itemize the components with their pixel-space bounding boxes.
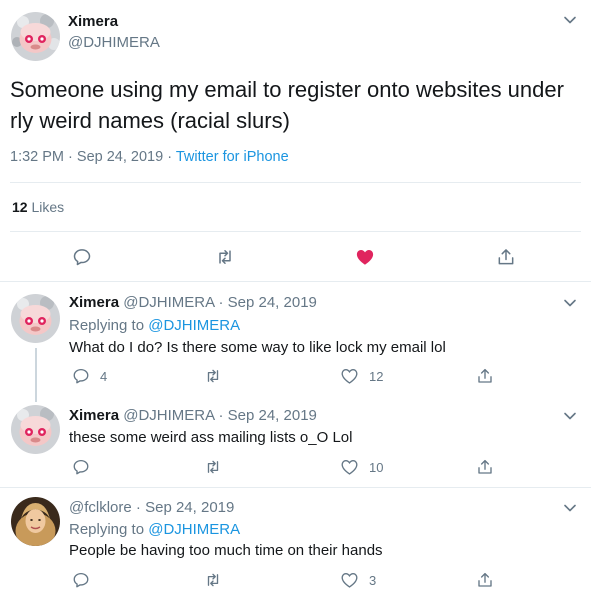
replying-label: Replying to — [69, 317, 145, 334]
separator: · — [68, 149, 73, 165]
author-name[interactable]: Ximera — [69, 294, 119, 311]
chevron-down-icon[interactable] — [563, 296, 577, 310]
reply-icon — [73, 459, 89, 475]
reply-count: 4 — [100, 368, 108, 384]
reply-icon — [73, 572, 89, 588]
share-button[interactable] — [476, 570, 494, 590]
like-icon — [356, 250, 374, 265]
share-button[interactable] — [476, 366, 494, 386]
reply-date[interactable]: Sep 24, 2019 — [228, 294, 317, 311]
replying-to: Replying to @DJHIMERA — [69, 317, 240, 334]
retweet-button[interactable] — [203, 571, 223, 589]
reply-date[interactable]: Sep 24, 2019 — [228, 407, 317, 424]
reply-text: these some weird ass mailing lists o_O L… — [69, 429, 353, 446]
tweet-meta: 1:32 PM · Sep 24, 2019 · Twitter for iPh… — [10, 149, 289, 165]
replying-to: Replying to @DJHIMERA — [69, 521, 240, 538]
retweet-button[interactable] — [203, 367, 223, 385]
like-count: 10 — [369, 459, 384, 475]
avatar[interactable] — [11, 294, 60, 343]
avatar[interactable] — [11, 497, 60, 546]
like-button[interactable] — [354, 247, 376, 267]
share-icon — [478, 459, 492, 474]
retweet-icon — [207, 460, 219, 474]
reply-text: What do I do? Is there some way to like … — [69, 339, 446, 356]
reply-icon — [73, 249, 91, 266]
reply-header: Ximera @DJHIMERA · Sep 24, 2019 — [69, 294, 317, 311]
author-handle[interactable]: @fclklore — [69, 499, 132, 516]
replying-handle[interactable]: @DJHIMERA — [148, 521, 240, 538]
replying-handle[interactable]: @DJHIMERA — [148, 317, 240, 334]
author-name[interactable]: Ximera — [69, 407, 119, 424]
retweet-button[interactable] — [214, 247, 236, 267]
reply-button[interactable] — [72, 458, 90, 476]
chevron-down-icon[interactable] — [563, 409, 577, 423]
author-name[interactable]: Ximera — [68, 13, 118, 30]
separator: · — [167, 149, 173, 165]
retweet-button[interactable] — [203, 458, 223, 476]
retweet-icon — [219, 250, 231, 264]
author-handle[interactable]: @DJHIMERA — [68, 34, 160, 51]
likes-count: 12 — [12, 199, 28, 215]
author-handle[interactable]: @DJHIMERA — [123, 407, 214, 424]
author-handle[interactable]: @DJHIMERA — [123, 294, 214, 311]
separator: · — [135, 499, 141, 516]
retweet-icon — [207, 369, 219, 383]
share-button[interactable] — [496, 246, 516, 268]
reply-icon — [73, 368, 89, 384]
divider — [10, 231, 581, 232]
like-icon — [341, 460, 358, 475]
like-icon — [341, 369, 358, 384]
like-icon — [341, 573, 358, 588]
avatar[interactable] — [11, 405, 60, 454]
like-count: 12 — [369, 368, 384, 384]
separator: · — [218, 407, 224, 424]
reply-button[interactable] — [72, 247, 92, 267]
reply-text: People be having too much time on their … — [69, 542, 383, 559]
reply-date[interactable]: Sep 24, 2019 — [145, 499, 234, 516]
share-button[interactable] — [476, 457, 494, 477]
tweet-text: Someone using my email to register onto … — [10, 77, 564, 133]
chevron-down-icon[interactable] — [563, 13, 577, 27]
tweet-time[interactable]: 1:32 PM — [10, 149, 64, 165]
separator: · — [218, 294, 224, 311]
likes-stat[interactable]: 12 Likes — [12, 199, 64, 215]
like-button[interactable]: 10 — [340, 458, 383, 476]
share-icon — [478, 572, 492, 587]
share-icon — [478, 368, 492, 383]
replying-label: Replying to — [69, 521, 145, 538]
like-button[interactable]: 3 — [340, 571, 376, 589]
chevron-down-icon[interactable] — [563, 501, 577, 515]
divider — [0, 281, 591, 282]
reply-button[interactable]: 4 — [72, 367, 107, 385]
reply-header: @fclklore · Sep 24, 2019 — [69, 499, 234, 516]
tweet-source[interactable]: Twitter for iPhone — [176, 149, 289, 165]
share-icon — [498, 249, 514, 265]
retweet-icon — [207, 573, 219, 587]
divider — [0, 487, 591, 488]
tweet-date[interactable]: Sep 24, 2019 — [77, 149, 163, 165]
like-count: 3 — [369, 572, 377, 588]
reply-button[interactable] — [72, 571, 90, 589]
like-button[interactable]: 12 — [340, 367, 383, 385]
likes-label: Likes — [31, 199, 65, 215]
reply-header: Ximera @DJHIMERA · Sep 24, 2019 — [69, 407, 317, 424]
divider — [10, 182, 581, 183]
avatar[interactable] — [11, 12, 60, 61]
thread-connector — [35, 348, 37, 402]
